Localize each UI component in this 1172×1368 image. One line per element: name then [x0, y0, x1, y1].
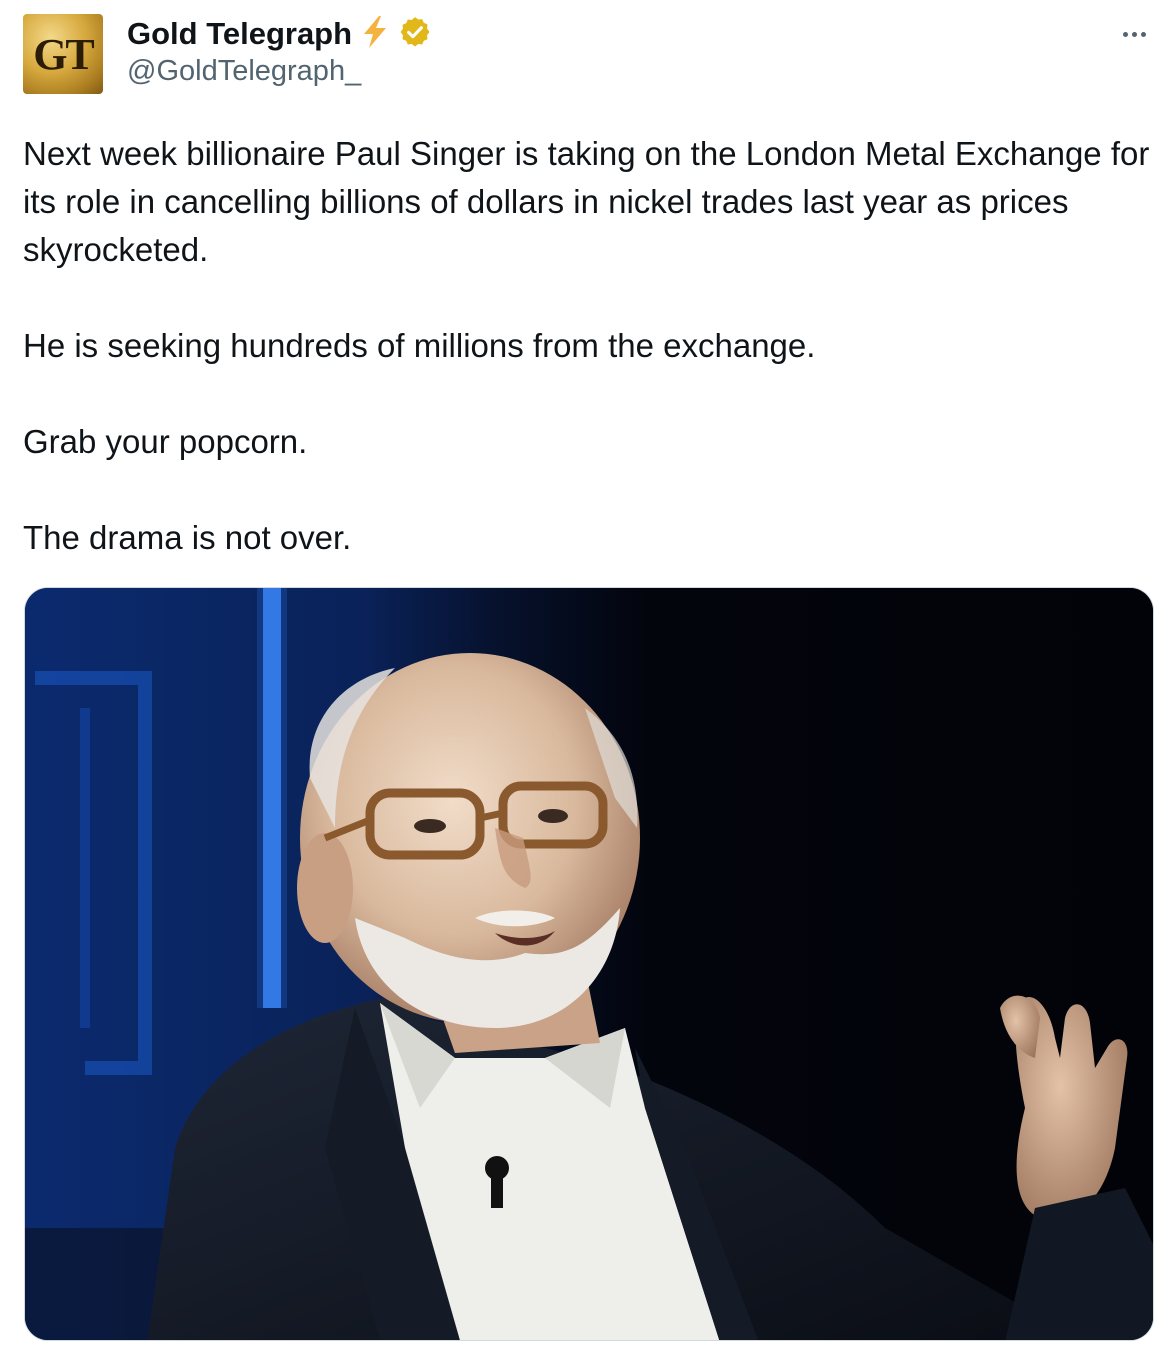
more-options-dot [1131, 31, 1137, 37]
tweet-paragraph: He is seeking hundreds of millions from … [23, 327, 816, 364]
more-options-icon [1122, 31, 1128, 37]
verified-badge-icon[interactable] [398, 15, 432, 54]
tweet-paragraph: Grab your popcorn. [23, 423, 308, 460]
tweet-photo[interactable] [24, 587, 1154, 1341]
display-name[interactable]: Gold Telegraph [127, 16, 352, 52]
avatar[interactable]: GT [23, 14, 103, 94]
tweet-text: Next week billionaire Paul Singer is tak… [23, 130, 1158, 562]
tweet-paragraph: The drama is not over. [23, 519, 352, 556]
tweet[interactable]: GT Gold Telegraph @GoldTelegraph_ Next w… [0, 0, 1172, 1368]
avatar-logo-text: GT [33, 29, 95, 79]
tweet-paragraph: Next week billionaire Paul Singer is tak… [23, 135, 1150, 268]
more-options-button[interactable] [1114, 22, 1154, 46]
photo-illustration [25, 588, 1153, 1340]
lightning-bolt-icon [360, 15, 390, 54]
author-name-row: Gold Telegraph [127, 14, 432, 54]
author-handle[interactable]: @GoldTelegraph_ [127, 55, 361, 88]
more-options-dot [1140, 31, 1146, 37]
